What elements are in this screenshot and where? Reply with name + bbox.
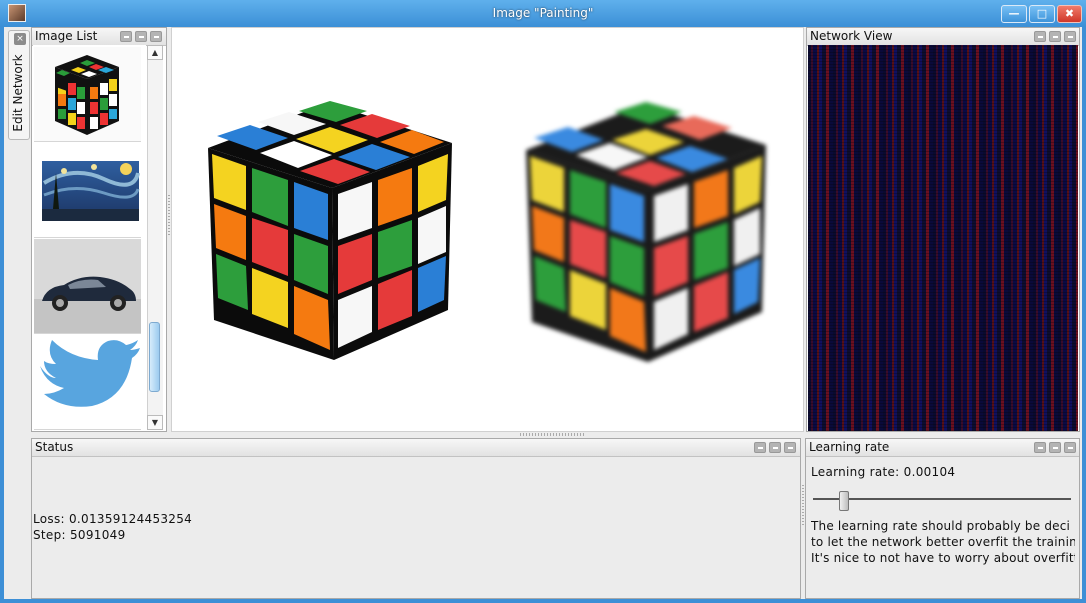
step-readout: Step: 5091049 (33, 528, 126, 542)
panel-float-button[interactable] (120, 31, 132, 42)
minimize-icon: — (1008, 7, 1020, 20)
panel-close-button[interactable] (784, 442, 796, 453)
arrow-down-icon: ▼ (151, 418, 159, 427)
maximize-button[interactable]: □ (1029, 5, 1055, 23)
learning-rate-value: Learning rate: 0.00104 (811, 465, 956, 479)
starry-night-thumbnail-image (42, 161, 140, 221)
network-visualization (808, 45, 1078, 431)
thumbnail-starry-night[interactable] (34, 143, 141, 238)
splitter-handle[interactable] (802, 485, 804, 525)
thumbnail-rubiks-cube[interactable] (34, 47, 141, 142)
maximize-icon: □ (1036, 7, 1048, 20)
image-view (171, 27, 804, 432)
panel-float-button[interactable] (1034, 31, 1046, 42)
scroll-up-button[interactable]: ▲ (147, 45, 163, 60)
panel-minimize-button[interactable] (135, 31, 147, 42)
scrollbar-thumb[interactable] (149, 322, 160, 392)
splitter-handle[interactable] (520, 433, 584, 436)
network-output-image (526, 102, 766, 362)
description-line: It's nice to not have to worry about ove… (811, 551, 1075, 565)
panel-minimize-button[interactable] (1049, 442, 1061, 453)
rubiks-cube-thumbnail-image (55, 55, 119, 135)
loss-readout: Loss: 0.01359124453254 (33, 512, 193, 526)
scroll-down-button[interactable]: ▼ (147, 415, 163, 430)
splitter-handle[interactable] (168, 195, 170, 235)
status-title: Status (32, 439, 800, 457)
close-button[interactable]: ✖ (1057, 5, 1082, 23)
learning-rate-slider[interactable] (813, 498, 1071, 500)
learning-rate-description: The learning rate should probably be dec… (811, 518, 1075, 566)
car-thumbnail-image (34, 239, 141, 333)
minimize-button[interactable]: — (1001, 5, 1027, 23)
learning-rate-slider-handle[interactable] (839, 491, 849, 511)
thumbnail-twitter-bird[interactable] (34, 336, 141, 430)
panel-close-button[interactable] (1064, 442, 1076, 453)
window-title: Image "Painting" (492, 6, 594, 20)
original-image (208, 101, 452, 360)
close-icon: ✖ (1064, 7, 1075, 20)
panel-minimize-button[interactable] (1049, 31, 1061, 42)
panel-float-button[interactable] (1034, 442, 1046, 453)
close-icon[interactable]: × (14, 33, 26, 45)
description-line: The learning rate should probably be dec… (811, 519, 1071, 533)
panel-minimize-button[interactable] (769, 442, 781, 453)
thumbnail-car[interactable] (34, 239, 141, 334)
description-line: to let the network better overfit the tr… (811, 535, 1075, 549)
panel-close-button[interactable] (1064, 31, 1076, 42)
arrow-up-icon: ▲ (151, 48, 159, 57)
twitter-bird-thumbnail-image (40, 340, 140, 407)
panel-float-button[interactable] (754, 442, 766, 453)
panel-close-button[interactable] (150, 31, 162, 42)
tab-edit-network-label: Edit Network (11, 54, 25, 132)
